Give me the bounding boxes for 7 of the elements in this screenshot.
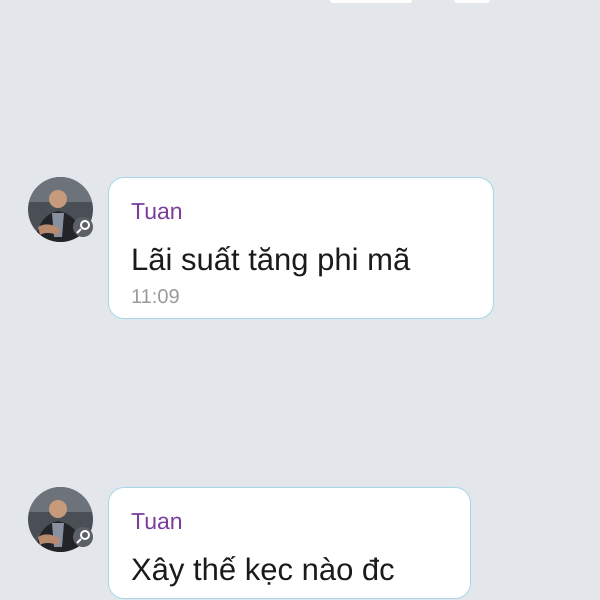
sender-name: Tuan [131,507,184,536]
badge-icon [72,526,94,548]
message-text: Xây thế kẹc nào đc [131,551,396,589]
message-time: 11:09 [131,285,181,310]
sender-name: Tuan [131,197,184,226]
badge-icon [72,216,94,238]
message-text: Lãi suất tăng phi mã [131,241,412,279]
